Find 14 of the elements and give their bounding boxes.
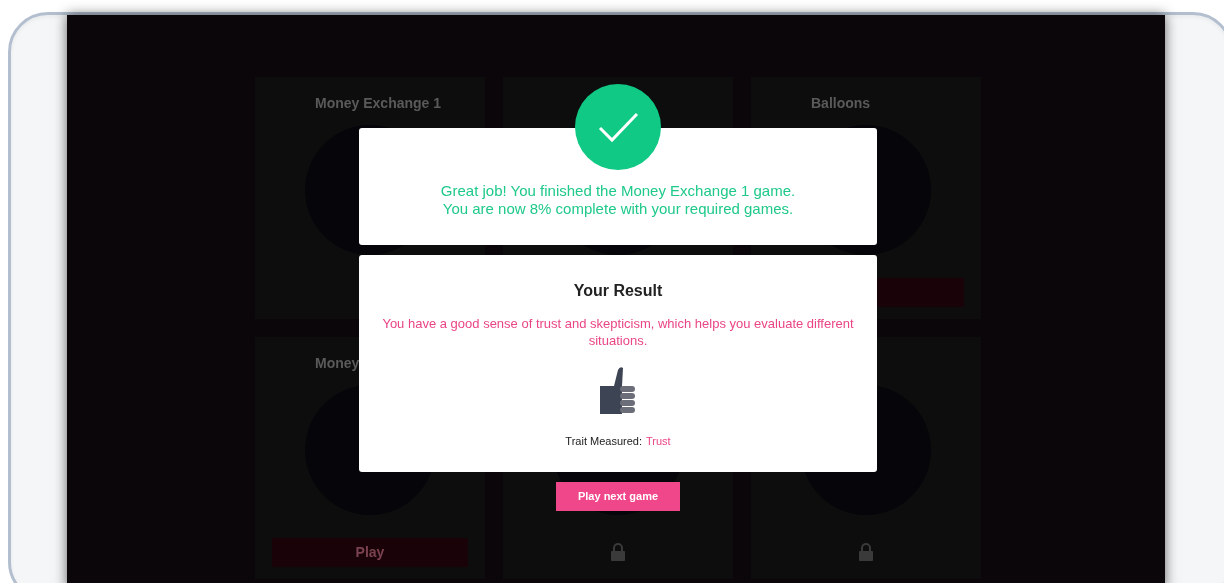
- play-next-game-button[interactable]: Play next game: [556, 482, 680, 511]
- lock-icon: [858, 543, 874, 561]
- result-description: You have a good sense of trust and skepticism, which helps you evaluate different situations.: [381, 315, 855, 349]
- card-title: Money Exchange 1: [315, 94, 442, 113]
- trait-label: Trait Measured:: [565, 434, 642, 449]
- thumbs-up-icon: [600, 366, 636, 414]
- card-title: Balloons: [811, 94, 871, 113]
- card-title: Money: [315, 354, 360, 373]
- trait-value: Trust: [646, 434, 671, 449]
- result-title: Your Result: [573, 281, 663, 301]
- success-message: Great job! You finished the Money Exchange 1 game.: [440, 182, 796, 200]
- play-button[interactable]: Play: [272, 537, 468, 567]
- success-message: You are now 8% complete with your required games.: [442, 200, 794, 218]
- lock-icon: [610, 543, 626, 561]
